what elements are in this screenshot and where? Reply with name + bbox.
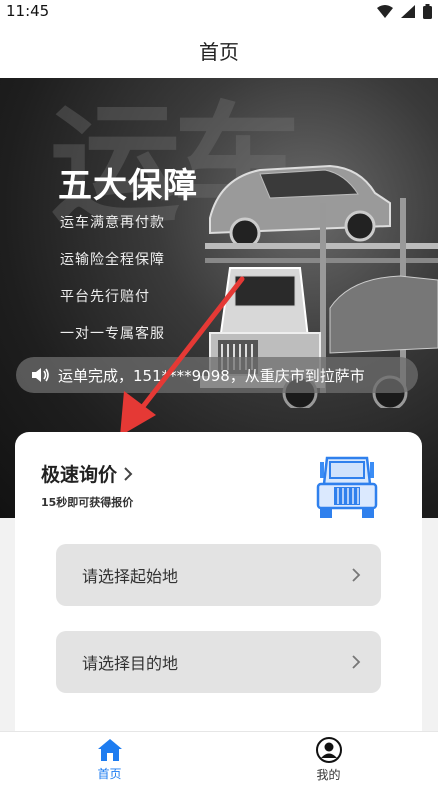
chevron-right-icon: [124, 466, 133, 481]
quick-quote-link[interactable]: 极速询价: [41, 460, 133, 487]
chevron-right-icon: [352, 568, 361, 582]
origin-select[interactable]: 请选择起始地: [56, 544, 381, 606]
destination-placeholder: 请选择目的地: [82, 654, 179, 673]
perk-item: 运车满意再付款: [60, 215, 165, 231]
quote-title: 极速询价: [41, 464, 118, 486]
chevron-right-icon: [352, 655, 361, 669]
quote-subtitle: 15秒即可获得报价: [41, 496, 134, 509]
battery-icon: [423, 3, 432, 19]
nav-tab-home[interactable]: 首页: [0, 732, 219, 787]
speaker-icon: [32, 368, 49, 382]
status-bar: 11:45: [0, 0, 438, 22]
status-icons: [377, 3, 432, 19]
status-time: 11:45: [6, 2, 50, 20]
user-icon: [315, 736, 342, 763]
origin-placeholder: 请选择起始地: [82, 567, 179, 586]
bottom-nav: 首页 我的: [0, 731, 438, 787]
nav-mine-label: 我的: [316, 767, 341, 782]
page-header: 首页: [0, 22, 438, 78]
banner-title: 五大保障: [58, 166, 198, 206]
nav-tab-mine[interactable]: 我的: [219, 732, 438, 787]
home-icon: [97, 738, 122, 761]
truck-icon: [316, 456, 378, 518]
nav-home-label: 首页: [97, 766, 122, 781]
wifi-icon: [377, 4, 393, 18]
destination-select[interactable]: 请选择目的地: [56, 631, 381, 693]
quote-card: 极速询价 15秒即可获得报价 请选择起始地 请选择目的地: [15, 432, 422, 752]
signal-icon: [401, 4, 415, 18]
page-title: 首页: [199, 39, 239, 64]
pointer-arrow-icon: [120, 276, 245, 436]
